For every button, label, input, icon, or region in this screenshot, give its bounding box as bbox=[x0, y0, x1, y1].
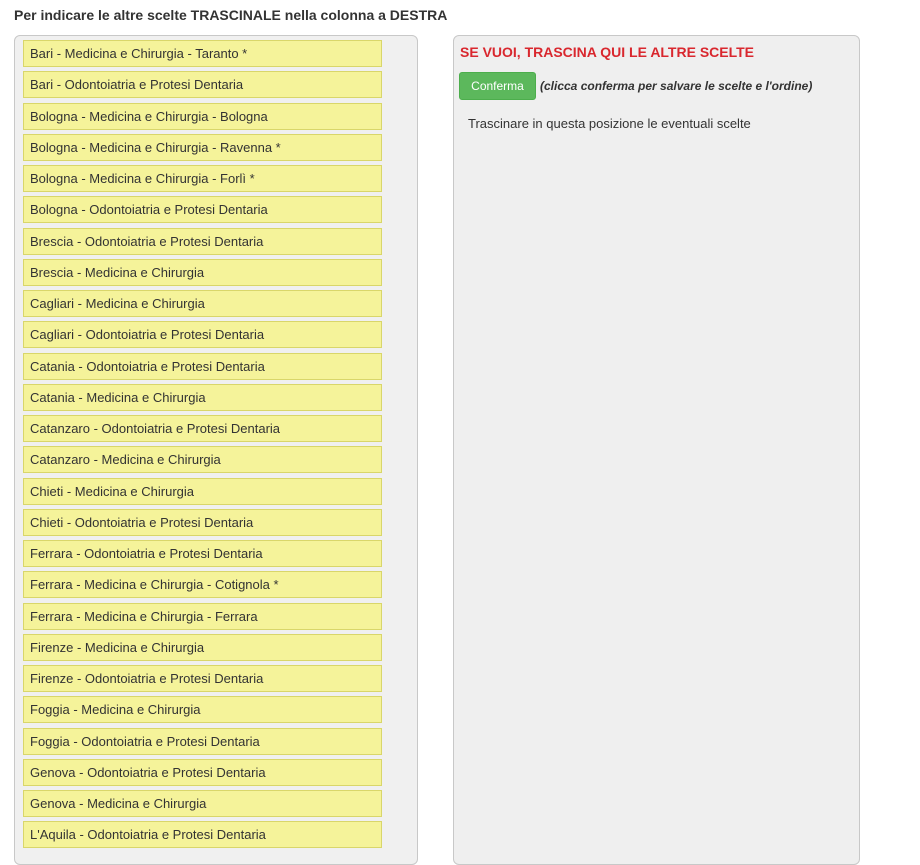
selected-choices-dropzone[interactable]: SE VUOI, TRASCINA QUI LE ALTRE SCELTE Co… bbox=[453, 35, 860, 865]
choice-item[interactable]: Bari - Odontoiatria e Protesi Dentaria bbox=[23, 71, 382, 99]
choice-item[interactable]: Bologna - Medicina e Chirurgia - Forlì * bbox=[23, 165, 382, 192]
dropzone-title: SE VUOI, TRASCINA QUI LE ALTRE SCELTE bbox=[460, 44, 755, 60]
choice-item[interactable]: Bari - Medicina e Chirurgia - Taranto * bbox=[23, 40, 382, 67]
choice-item[interactable]: Genova - Odontoiatria e Protesi Dentaria bbox=[23, 758, 382, 786]
choice-item[interactable]: Brescia - Medicina e Chirurgia bbox=[23, 258, 382, 286]
choice-item[interactable]: Bologna - Medicina e Chirurgia - Bologna bbox=[23, 102, 382, 130]
choice-item[interactable]: Firenze - Medicina e Chirurgia bbox=[23, 633, 382, 661]
choice-item[interactable]: Bologna - Medicina e Chirurgia - Ravenna… bbox=[23, 133, 382, 161]
choice-item[interactable]: Catania - Medicina e Chirurgia bbox=[23, 383, 382, 411]
choice-item[interactable]: Cagliari - Medicina e Chirurgia bbox=[23, 290, 382, 317]
confirm-row: Conferma (clicca conferma per salvare le… bbox=[459, 72, 812, 100]
choice-item[interactable]: Cagliari - Odontoiatria e Protesi Dentar… bbox=[23, 321, 382, 349]
choice-item[interactable]: Firenze - Odontoiatria e Protesi Dentari… bbox=[23, 665, 382, 692]
choice-item[interactable]: Foggia - Odontoiatria e Protesi Dentaria bbox=[23, 727, 382, 755]
choice-item[interactable]: Ferrara - Odontoiatria e Protesi Dentari… bbox=[23, 540, 382, 567]
choice-item[interactable]: L'Aquila - Odontoiatria e Protesi Dentar… bbox=[23, 821, 382, 849]
choice-item[interactable]: Catanzaro - Medicina e Chirurgia bbox=[23, 446, 382, 474]
choice-item[interactable]: Ferrara - Medicina e Chirurgia - Ferrara bbox=[23, 602, 382, 630]
available-choices-list: Bari - Medicina e Chirurgia - Taranto * B… bbox=[23, 40, 382, 853]
choice-item[interactable]: Catania - Odontoiatria e Protesi Dentari… bbox=[23, 352, 382, 380]
drop-placeholder-text: Trascinare in questa posizione le eventu… bbox=[468, 116, 751, 131]
choice-item[interactable]: Chieti - Medicina e Chirurgia bbox=[23, 477, 382, 505]
choice-item[interactable]: Catanzaro - Odontoiatria e Protesi Denta… bbox=[23, 415, 382, 442]
confirm-hint: (clicca conferma per salvare le scelte e… bbox=[540, 79, 813, 93]
instruction-heading: Per indicare le altre scelte TRASCINALE … bbox=[14, 7, 448, 23]
choice-item[interactable]: Genova - Medicina e Chirurgia bbox=[23, 790, 382, 817]
choice-item[interactable]: Brescia - Odontoiatria e Protesi Dentari… bbox=[23, 227, 382, 255]
choice-item[interactable]: Ferrara - Medicina e Chirurgia - Cotigno… bbox=[23, 571, 382, 599]
available-choices-panel: Bari - Medicina e Chirurgia - Taranto * B… bbox=[14, 35, 418, 865]
choice-item[interactable]: Bologna - Odontoiatria e Protesi Dentari… bbox=[23, 196, 382, 224]
choice-item[interactable]: Chieti - Odontoiatria e Protesi Dentaria bbox=[23, 508, 382, 536]
choice-item[interactable]: Foggia - Medicina e Chirurgia bbox=[23, 696, 382, 724]
confirm-button[interactable]: Conferma bbox=[459, 72, 536, 100]
